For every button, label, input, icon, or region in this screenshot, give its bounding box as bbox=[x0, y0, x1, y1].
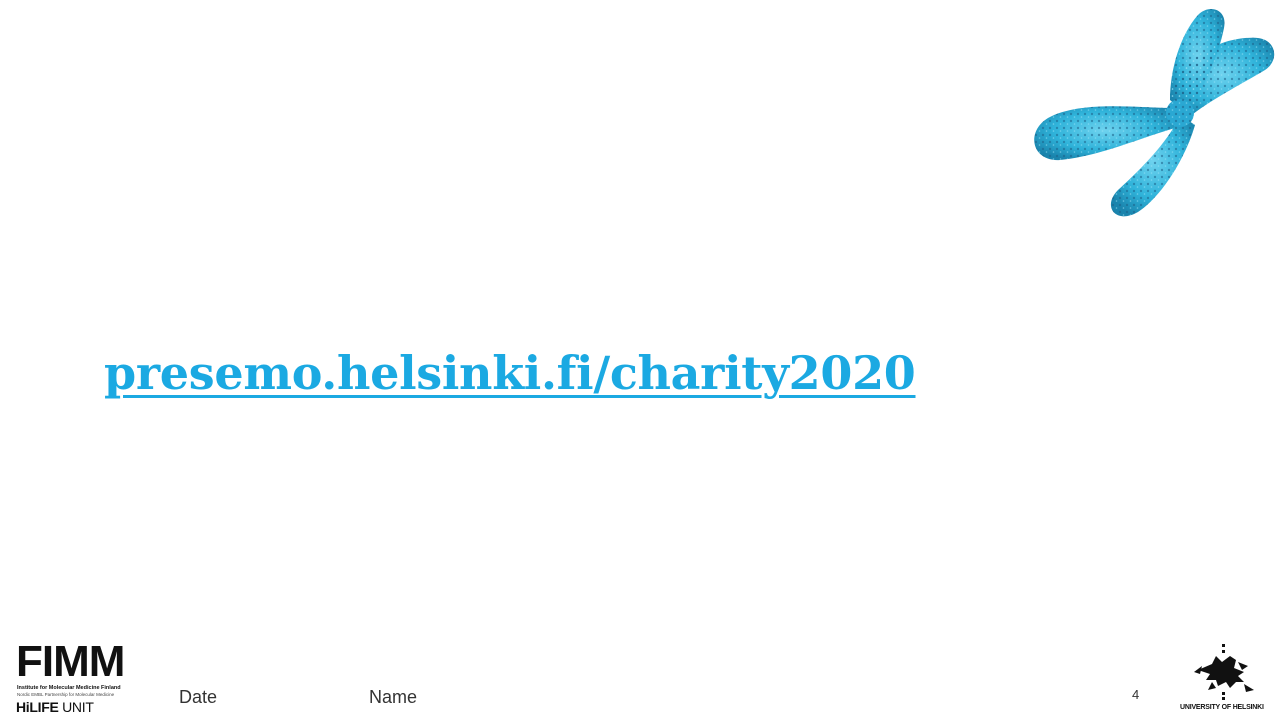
university-of-helsinki-logo: UNIVERSITY OF HELSINKI bbox=[1178, 642, 1274, 716]
slide: presemo.helsinki.fi/charity2020 FIMM Ins… bbox=[0, 0, 1280, 720]
fimm-logo-wordmark: FIMM bbox=[16, 637, 125, 686]
fimm-logo: FIMM Institute for Molecular Medicine Fi… bbox=[16, 640, 131, 716]
fimm-logo-unit-label: UNIT bbox=[58, 699, 94, 715]
fimm-logo-hilife: HiLIFE bbox=[16, 699, 59, 715]
footer-date: Date bbox=[179, 687, 218, 707]
university-of-helsinki-emblem bbox=[1194, 644, 1254, 700]
page-number: 4 bbox=[1132, 687, 1140, 702]
fimm-logo-subtitle: Institute for Molecular Medicine Finland bbox=[17, 685, 121, 691]
presemo-link[interactable]: presemo.helsinki.fi/charity2020 bbox=[104, 346, 916, 400]
footer-name: Name bbox=[369, 687, 418, 707]
fimm-logo-unit: HiLIFE UNIT bbox=[16, 699, 94, 715]
fimm-logo-partnership: Nordic EMBL Partnership for Molecular Me… bbox=[17, 692, 115, 697]
chromosome-image bbox=[1034, 9, 1275, 217]
university-of-helsinki-text: UNIVERSITY OF HELSINKI bbox=[1180, 704, 1264, 711]
